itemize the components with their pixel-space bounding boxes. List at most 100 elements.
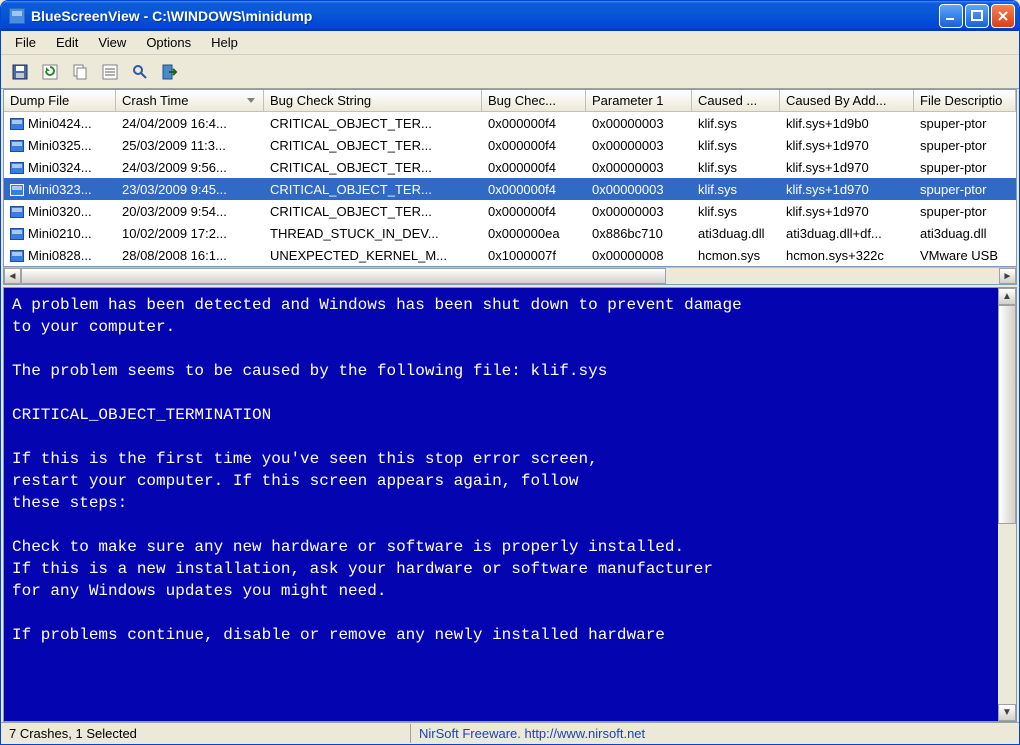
toolbar-save[interactable] bbox=[7, 59, 33, 85]
menu-file[interactable]: File bbox=[5, 32, 46, 53]
table-row[interactable]: Mini0210...10/02/2009 17:2...THREAD_STUC… bbox=[4, 222, 1016, 244]
find-icon bbox=[131, 63, 149, 81]
cell: Mini0424... bbox=[4, 114, 116, 133]
cell: UNEXPECTED_KERNEL_M... bbox=[264, 246, 482, 265]
table-row[interactable]: Mini0324...24/03/2009 9:56...CRITICAL_OB… bbox=[4, 156, 1016, 178]
toolbar-refresh[interactable] bbox=[37, 59, 63, 85]
cell: Mini0325... bbox=[4, 136, 116, 155]
col-crash-time[interactable]: Crash Time bbox=[116, 90, 264, 111]
menu-options[interactable]: Options bbox=[136, 32, 201, 53]
cell: 0x00000003 bbox=[586, 136, 692, 155]
cell: 24/03/2009 9:56... bbox=[116, 158, 264, 177]
app-window: BlueScreenView - C:\WINDOWS\minidump Fil… bbox=[0, 0, 1020, 745]
cell: 24/04/2009 16:4... bbox=[116, 114, 264, 133]
cell: 0x00000003 bbox=[586, 114, 692, 133]
cell: hcmon.sys+322c bbox=[780, 246, 914, 265]
exit-icon bbox=[161, 63, 179, 81]
cell: 25/03/2009 11:3... bbox=[116, 136, 264, 155]
status-right: NirSoft Freeware. http://www.nirsoft.net bbox=[411, 724, 1019, 743]
cell: 20/03/2009 9:54... bbox=[116, 202, 264, 221]
cell: 0x00000008 bbox=[586, 246, 692, 265]
cell: Mini0828... bbox=[4, 246, 116, 265]
toolbar-copy[interactable] bbox=[67, 59, 93, 85]
cell: spuper-ptor bbox=[914, 136, 1016, 155]
cell: spuper-ptor bbox=[914, 180, 1016, 199]
cell: 0x000000f4 bbox=[482, 136, 586, 155]
copy-icon bbox=[71, 63, 89, 81]
cell: CRITICAL_OBJECT_TER... bbox=[264, 114, 482, 133]
col-file-description[interactable]: File Descriptio bbox=[914, 90, 1016, 111]
table-row[interactable]: Mini0828...28/08/2008 16:1...UNEXPECTED_… bbox=[4, 244, 1016, 266]
crash-dump-icon bbox=[10, 228, 24, 240]
app-icon bbox=[9, 8, 25, 24]
minimize-icon bbox=[945, 10, 957, 22]
col-bug-check-string[interactable]: Bug Check String bbox=[264, 90, 482, 111]
bluescreen-panel: A problem has been detected and Windows … bbox=[3, 287, 1017, 722]
toolbar-properties[interactable] bbox=[97, 59, 123, 85]
refresh-icon bbox=[41, 63, 59, 81]
menubar: File Edit View Options Help bbox=[1, 31, 1019, 55]
menu-view[interactable]: View bbox=[88, 32, 136, 53]
save-icon bbox=[11, 63, 29, 81]
table-row[interactable]: Mini0323...23/03/2009 9:45...CRITICAL_OB… bbox=[4, 178, 1016, 200]
titlebar[interactable]: BlueScreenView - C:\WINDOWS\minidump bbox=[1, 1, 1019, 31]
close-icon bbox=[997, 10, 1009, 22]
scroll-up-button[interactable]: ▲ bbox=[998, 288, 1016, 305]
scroll-left-button[interactable]: ◄ bbox=[4, 268, 21, 284]
crash-dump-icon bbox=[10, 250, 24, 262]
properties-icon bbox=[101, 63, 119, 81]
table-row[interactable]: Mini0320...20/03/2009 9:54...CRITICAL_OB… bbox=[4, 200, 1016, 222]
maximize-button[interactable] bbox=[965, 4, 989, 28]
table-row[interactable]: Mini0424...24/04/2009 16:4...CRITICAL_OB… bbox=[4, 112, 1016, 134]
cell: spuper-ptor bbox=[914, 114, 1016, 133]
cell: klif.sys+1d9b0 bbox=[780, 114, 914, 133]
cell: THREAD_STUCK_IN_DEV... bbox=[264, 224, 482, 243]
cell: 0x000000f4 bbox=[482, 180, 586, 199]
col-caused-by[interactable]: Caused ... bbox=[692, 90, 780, 111]
bluescreen-vscrollbar[interactable]: ▲ ▼ bbox=[998, 288, 1016, 721]
statusbar: 7 Crashes, 1 Selected NirSoft Freeware. … bbox=[1, 722, 1019, 744]
toolbar-exit[interactable] bbox=[157, 59, 183, 85]
vscroll-track[interactable] bbox=[998, 305, 1016, 704]
menu-help[interactable]: Help bbox=[201, 32, 248, 53]
cell: VMware USB bbox=[914, 246, 1016, 265]
col-parameter-1[interactable]: Parameter 1 bbox=[586, 90, 692, 111]
hscroll-track[interactable] bbox=[21, 268, 999, 284]
menu-edit[interactable]: Edit bbox=[46, 32, 88, 53]
cell: klif.sys+1d970 bbox=[780, 180, 914, 199]
cell: 0x1000007f bbox=[482, 246, 586, 265]
scroll-right-button[interactable]: ► bbox=[999, 268, 1016, 284]
cell: CRITICAL_OBJECT_TER... bbox=[264, 180, 482, 199]
cell: 0x000000ea bbox=[482, 224, 586, 243]
cell: 23/03/2009 9:45... bbox=[116, 180, 264, 199]
col-bug-check-code[interactable]: Bug Chec... bbox=[482, 90, 586, 111]
scroll-down-button[interactable]: ▼ bbox=[998, 704, 1016, 721]
col-dump-file[interactable]: Dump File bbox=[4, 90, 116, 111]
crash-dump-icon bbox=[10, 118, 24, 130]
toolbar bbox=[1, 55, 1019, 89]
cell: 0x00000003 bbox=[586, 158, 692, 177]
status-left: 7 Crashes, 1 Selected bbox=[1, 724, 411, 743]
cell: spuper-ptor bbox=[914, 158, 1016, 177]
crash-dump-icon bbox=[10, 140, 24, 152]
cell: hcmon.sys bbox=[692, 246, 780, 265]
cell: ati3duag.dll bbox=[692, 224, 780, 243]
close-button[interactable] bbox=[991, 4, 1015, 28]
vscroll-thumb[interactable] bbox=[998, 305, 1016, 524]
minimize-button[interactable] bbox=[939, 4, 963, 28]
hscroll-thumb[interactable] bbox=[21, 268, 666, 284]
cell: 0x000000f4 bbox=[482, 202, 586, 221]
cell: klif.sys+1d970 bbox=[780, 136, 914, 155]
cell: CRITICAL_OBJECT_TER... bbox=[264, 136, 482, 155]
table-row[interactable]: Mini0325...25/03/2009 11:3...CRITICAL_OB… bbox=[4, 134, 1016, 156]
list-hscrollbar[interactable]: ◄ ► bbox=[3, 267, 1017, 285]
crash-dump-icon bbox=[10, 206, 24, 218]
cell: 0x886bc710 bbox=[586, 224, 692, 243]
col-caused-by-address[interactable]: Caused By Add... bbox=[780, 90, 914, 111]
cell: klif.sys bbox=[692, 180, 780, 199]
cell: spuper-ptor bbox=[914, 202, 1016, 221]
crash-dump-icon bbox=[10, 184, 24, 196]
cell: 0x000000f4 bbox=[482, 114, 586, 133]
cell: Mini0210... bbox=[4, 224, 116, 243]
toolbar-find[interactable] bbox=[127, 59, 153, 85]
